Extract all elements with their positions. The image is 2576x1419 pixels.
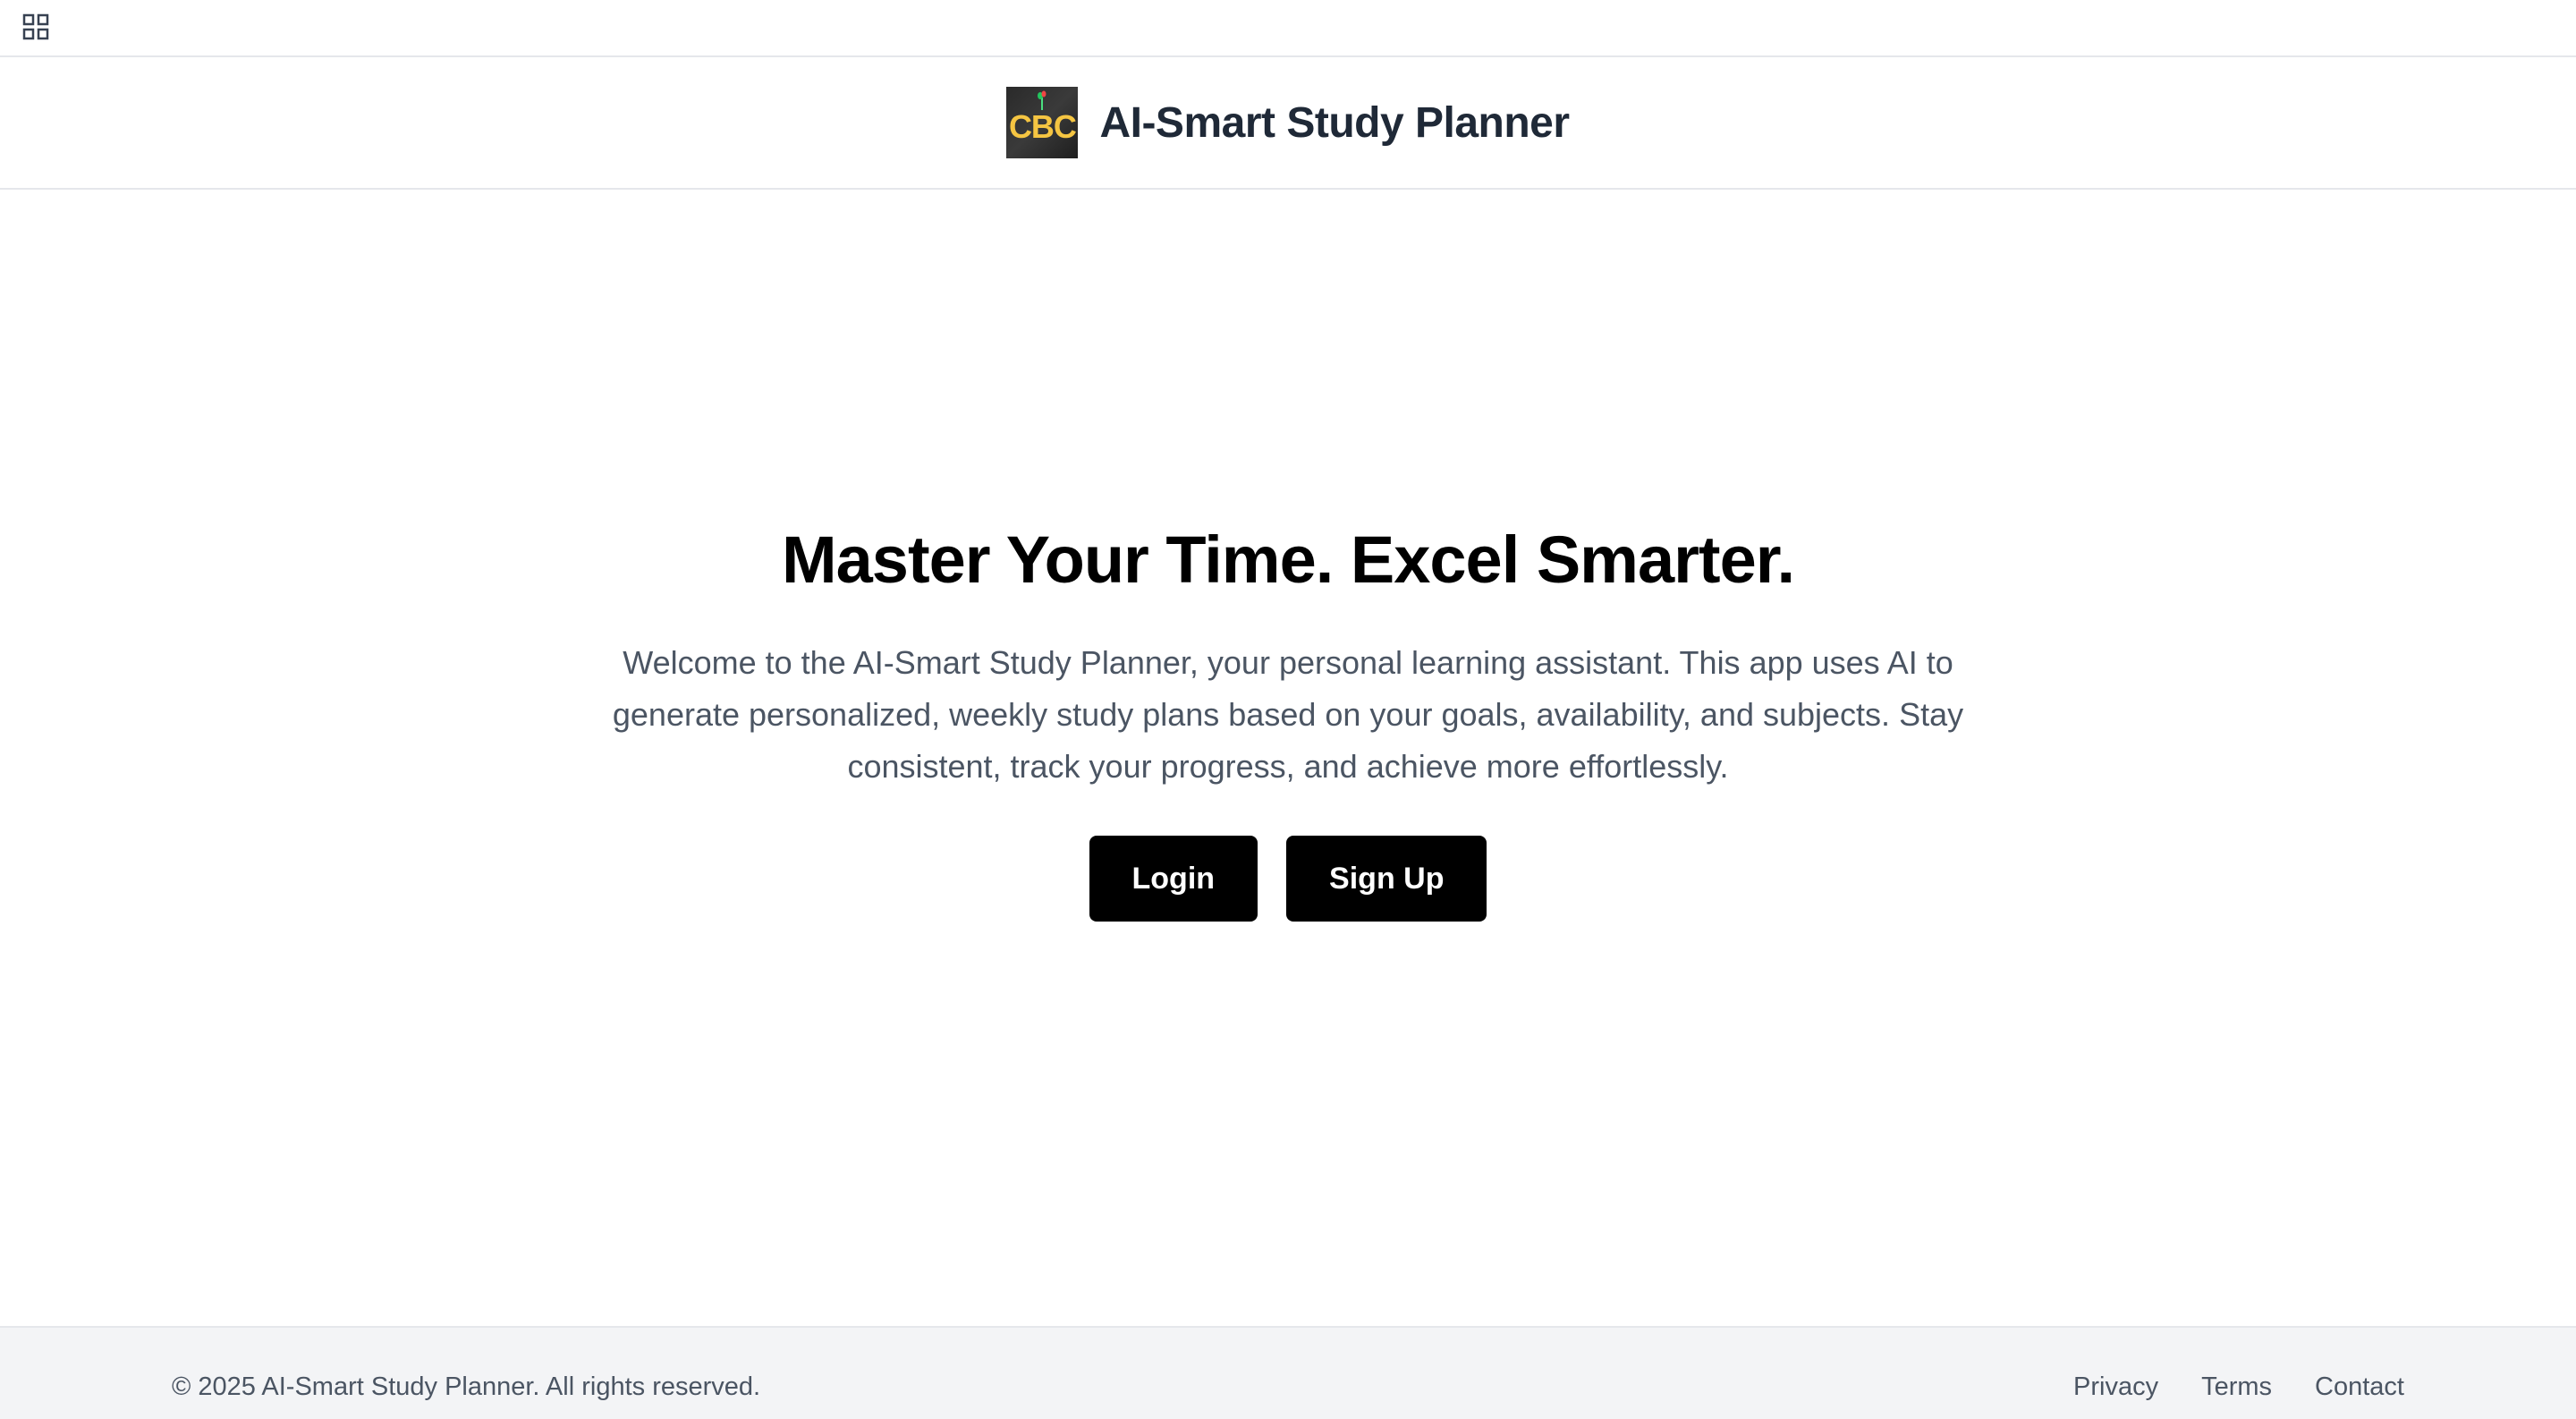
login-button[interactable]: Login <box>1089 836 1258 922</box>
top-bar <box>0 0 2576 57</box>
app-logo[interactable]: CBC <box>1006 87 1079 158</box>
hero-actions: Login Sign Up <box>0 836 2576 922</box>
sprout-icon <box>1038 90 1046 110</box>
footer-link-privacy[interactable]: Privacy <box>2073 1372 2158 1402</box>
signup-button[interactable]: Sign Up <box>1286 836 1487 922</box>
footer-links: Privacy Terms Contact <box>2073 1372 2404 1402</box>
site-footer: © 2025 AI-Smart Study Planner. All right… <box>0 1326 2576 1419</box>
hero-section: Master Your Time. Excel Smarter. Welcome… <box>0 190 2576 1326</box>
footer-link-contact[interactable]: Contact <box>2315 1372 2404 1402</box>
grid-apps-icon[interactable] <box>21 13 50 41</box>
site-header: CBC AI-Smart Study Planner <box>0 57 2576 190</box>
footer-link-terms[interactable]: Terms <box>2201 1372 2272 1402</box>
hero-title: Master Your Time. Excel Smarter. <box>781 523 1795 597</box>
logo-text: CBC <box>1008 108 1077 145</box>
app-title: AI-Smart Study Planner <box>1099 98 1570 147</box>
copyright-text: © 2025 AI-Smart Study Planner. All right… <box>172 1372 761 1401</box>
hero-description: Welcome to the AI-Smart Study Planner, y… <box>612 644 1964 785</box>
